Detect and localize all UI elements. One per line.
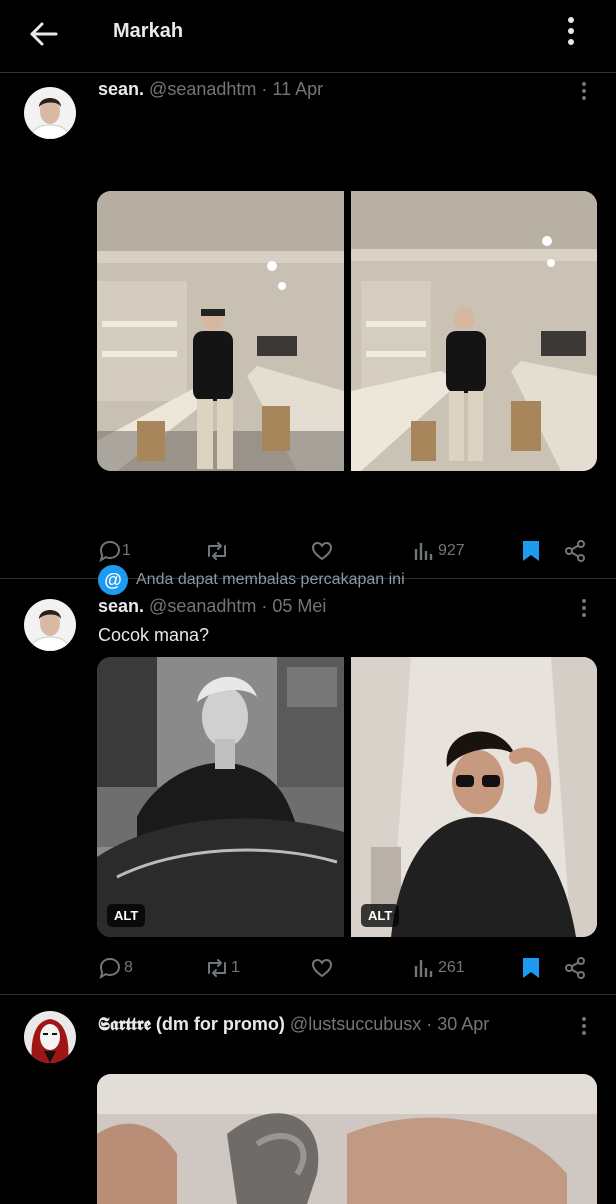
reply-button[interactable]: 8: [98, 954, 148, 982]
tweet-photo[interactable]: [97, 1074, 597, 1204]
back-button[interactable]: [24, 16, 64, 52]
retweet-button[interactable]: 1: [204, 954, 254, 982]
tweet-2[interactable]: sean. @seanadhtm · 05 Mei Cocok mana? AL…: [0, 579, 616, 995]
tweet-date[interactable]: · 05 Mei: [261, 596, 326, 616]
user-handle[interactable]: @lustsuccubusx: [290, 1014, 421, 1034]
bookmark-filled-icon: [523, 541, 539, 561]
tweet-header: sean. @seanadhtm · 11 Apr: [98, 79, 323, 100]
avatar[interactable]: [24, 87, 76, 139]
vertical-dots-icon: [568, 17, 574, 45]
views-count: 927: [438, 542, 465, 559]
alt-badge[interactable]: ALT: [361, 904, 400, 927]
tweet-1[interactable]: sean. @seanadhtm · 11 Apr @ Anda dapat m…: [0, 73, 616, 595]
tweet-photo[interactable]: ALT: [97, 657, 344, 937]
reply-icon: [99, 957, 121, 980]
retweet-button[interactable]: [204, 537, 254, 565]
tweet-photo[interactable]: [97, 191, 344, 471]
tweet-text: Cocok mana?: [98, 625, 210, 645]
retweet-icon: [208, 959, 226, 977]
bookmark-button[interactable]: [520, 954, 544, 982]
tweet-actions: 8 1 261: [0, 954, 616, 982]
share-icon: [565, 957, 585, 979]
tweet-header: 𝕾𝖆𝖗𝖙𝖙𝖗𝖊 (dm for promo) @lustsuccubusx · …: [98, 1014, 489, 1035]
heart-icon: [311, 958, 333, 978]
reply-count: 8: [124, 959, 133, 976]
tweet-3[interactable]: 𝕾𝖆𝖗𝖙𝖙𝖗𝖊 (dm for promo) @lustsuccubusx · …: [0, 995, 616, 1204]
avatar[interactable]: [24, 599, 76, 651]
vertical-dots-icon: [582, 82, 586, 100]
arrow-left-icon: [30, 22, 58, 46]
share-button[interactable]: [563, 954, 587, 982]
more-options-button[interactable]: [556, 14, 586, 50]
retweet-icon: [208, 542, 226, 560]
vertical-dots-icon: [582, 1017, 586, 1035]
vertical-dots-icon: [582, 599, 586, 617]
avatar[interactable]: [24, 1011, 76, 1063]
display-name[interactable]: sean.: [98, 596, 144, 616]
heart-icon: [311, 541, 333, 561]
views-button[interactable]: 927: [412, 537, 472, 565]
alt-badge[interactable]: ALT: [107, 904, 146, 927]
retweet-count: 1: [231, 959, 240, 976]
tweet-header: sean. @seanadhtm · 05 Mei: [98, 596, 326, 617]
reply-count: 1: [122, 542, 131, 559]
user-handle[interactable]: @seanadhtm: [149, 79, 256, 99]
tweet-more-button[interactable]: [574, 1016, 594, 1036]
display-name[interactable]: 𝕾𝖆𝖗𝖙𝖙𝖗𝖊 (dm for promo): [98, 1014, 285, 1034]
views-chart-icon: [414, 960, 433, 977]
tweet-date[interactable]: · 30 Apr: [426, 1014, 489, 1034]
tweet-date[interactable]: · 11 Apr: [261, 79, 323, 99]
user-handle[interactable]: @seanadhtm: [149, 596, 256, 616]
tweet-more-button[interactable]: [574, 598, 594, 618]
reply-button[interactable]: 1: [98, 537, 148, 565]
reply-icon: [99, 540, 121, 563]
page-title: Markah: [113, 20, 184, 42]
like-button[interactable]: [310, 954, 340, 982]
tweet-photo[interactable]: [351, 191, 597, 471]
like-button[interactable]: [310, 537, 340, 565]
top-bar: Markah: [0, 0, 616, 73]
tweet-more-button[interactable]: [574, 81, 594, 101]
tweet-photo[interactable]: ALT: [351, 657, 597, 937]
share-button[interactable]: [563, 537, 587, 565]
bookmark-button[interactable]: [520, 537, 544, 565]
display-name[interactable]: sean.: [98, 79, 144, 99]
views-count: 261: [438, 959, 465, 976]
share-icon: [565, 540, 585, 562]
views-button[interactable]: 261: [412, 954, 472, 982]
tweet-actions: 1 927: [0, 537, 616, 565]
bookmark-filled-icon: [523, 958, 539, 978]
views-chart-icon: [414, 543, 433, 560]
